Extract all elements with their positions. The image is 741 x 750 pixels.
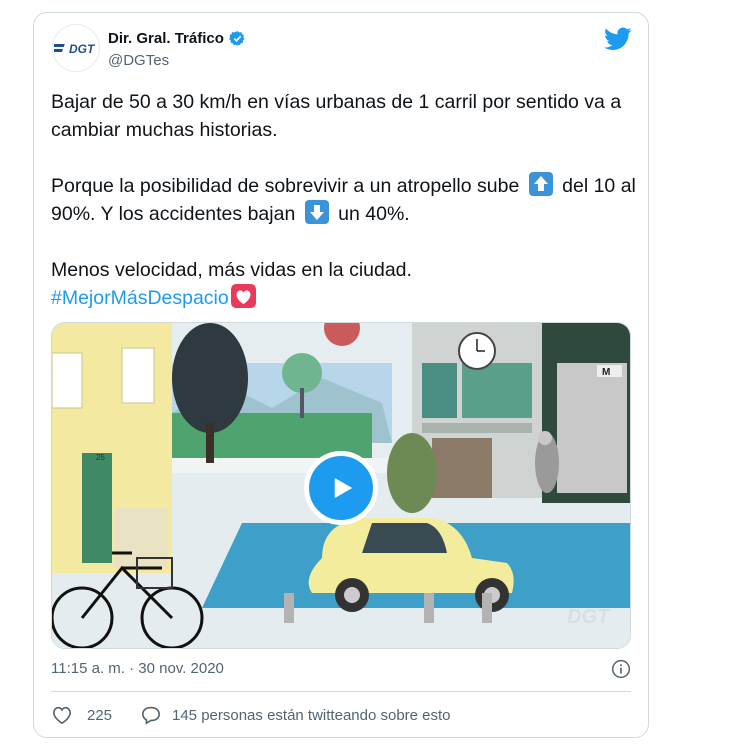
like-count: 225 — [87, 706, 113, 724]
heart-emoji-icon — [230, 284, 256, 308]
twitter-bird-icon[interactable] — [604, 27, 632, 51]
tweet-paragraph-2-part-a: Porque la posibilidad de sobrevivir a un… — [51, 175, 520, 197]
like-button[interactable]: 225 — [51, 705, 112, 725]
play-icon — [334, 478, 353, 498]
account-name-row[interactable]: Dir. Gral. Tráfico — [108, 30, 246, 47]
tweet-timestamp[interactable]: 11:15 a. m. · 30 nov. 2020 — [51, 660, 224, 677]
conversation-text: 145 personas están twitteando sobre esto — [172, 706, 451, 724]
tweet-paragraph-3-text: Menos velocidad, más vidas en la ciudad. — [51, 259, 412, 281]
verified-badge-icon — [229, 31, 245, 46]
shop-sign-letter: M — [602, 367, 610, 378]
avatar[interactable]: DGT — [52, 24, 100, 72]
play-button[interactable] — [304, 451, 378, 525]
account-handle[interactable]: @DGTes — [108, 52, 169, 69]
down-arrow-emoji-icon — [304, 200, 329, 224]
conversation-link[interactable]: 145 personas están twitteando sobre esto — [140, 705, 451, 725]
tweet-paragraph-1: Bajar de 50 a 30 km/h en vías urbanas de… — [51, 91, 622, 141]
dgt-logo-icon: DGT — [54, 42, 96, 56]
tweet-paragraph-3: Menos velocidad, más vidas en la ciudad.… — [51, 256, 641, 312]
speech-bubble-icon — [141, 706, 161, 725]
avatar-text: DGT — [69, 42, 96, 56]
video-watermark: DGT — [567, 606, 611, 628]
hashtag-link[interactable]: #MejorMásDespacio — [51, 287, 229, 309]
house-number: 25 — [96, 453, 105, 462]
info-icon[interactable] — [611, 659, 631, 679]
tweet-paragraph-2: Porque la posibilidad de sobrevivir a un… — [51, 172, 641, 228]
account-name[interactable]: Dir. Gral. Tráfico — [108, 30, 224, 47]
up-arrow-emoji-icon — [528, 172, 553, 196]
tweet-text: Bajar de 50 a 30 km/h en vías urbanas de… — [51, 88, 641, 312]
tweet-paragraph-2-part-c: un 40%. — [338, 203, 410, 225]
footer-divider — [51, 691, 631, 692]
heart-icon — [52, 706, 72, 725]
